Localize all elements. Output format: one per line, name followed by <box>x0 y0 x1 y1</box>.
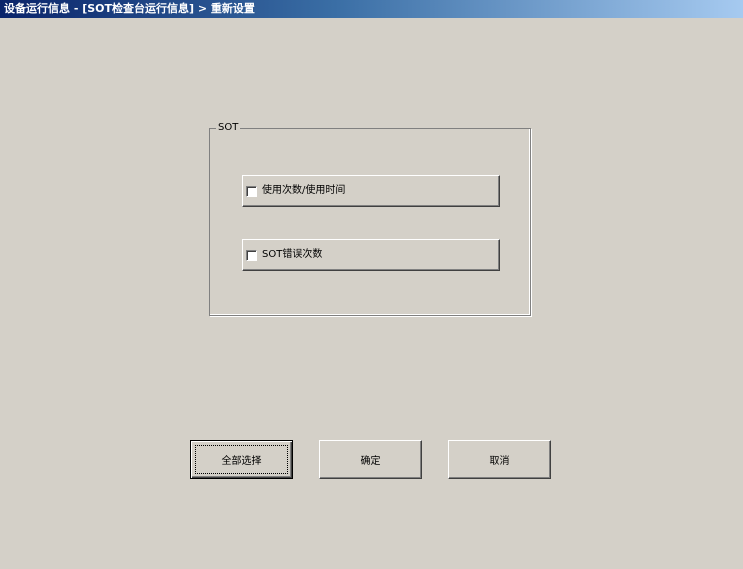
cancel-label: 取消 <box>489 456 510 467</box>
title-bar[interactable]: 设备运行信息 - [SOT检查台运行信息] > 重新设置 <box>0 0 743 18</box>
usage-count-time-checkbox[interactable] <box>246 185 257 197</box>
select-all-button[interactable]: 全部选择 <box>190 440 293 479</box>
sot-error-count-label: SOT错误次数 <box>262 249 323 260</box>
usage-count-time-checkbox-row[interactable]: 使用次数/使用时间 <box>242 175 500 207</box>
cancel-button[interactable]: 取消 <box>448 440 551 479</box>
ok-button[interactable]: 确定 <box>319 440 422 479</box>
ok-label: 确定 <box>360 456 381 467</box>
usage-count-time-label: 使用次数/使用时间 <box>262 185 346 196</box>
reset-settings-window: 设备运行信息 - [SOT检查台运行信息] > 重新设置 SOT 使用次数/使用… <box>0 0 743 569</box>
groupbox-label: SOT <box>216 122 241 134</box>
select-all-label: 全部选择 <box>221 456 262 467</box>
window-title: 设备运行信息 - [SOT检查台运行信息] > 重新设置 <box>4 2 255 15</box>
sot-error-count-checkbox[interactable] <box>246 249 257 261</box>
sot-groupbox: SOT 使用次数/使用时间 SOT错误次数 <box>209 122 531 316</box>
sot-error-count-checkbox-row[interactable]: SOT错误次数 <box>242 239 500 271</box>
